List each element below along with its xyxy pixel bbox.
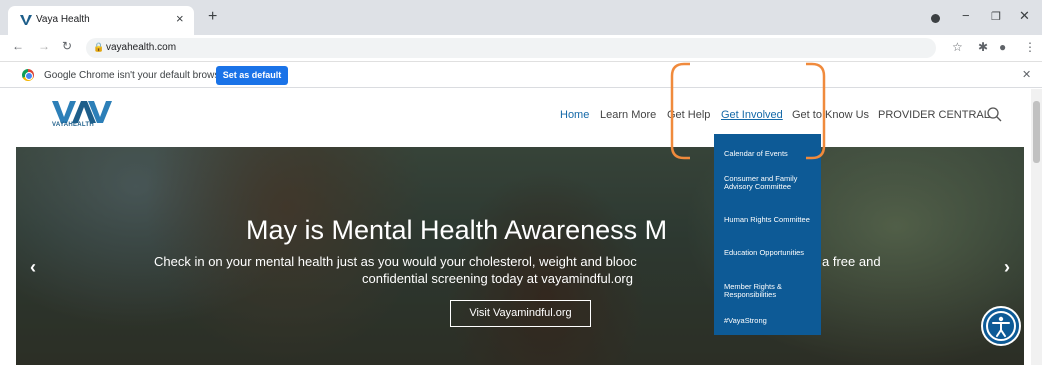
bookmark-star-icon[interactable]: ☆ (952, 40, 963, 54)
new-tab-icon[interactable]: + (208, 8, 217, 26)
default-browser-infobar: Google Chrome isn't your default browser… (0, 61, 1042, 88)
carousel-prev-icon[interactable]: ‹ (30, 257, 36, 278)
nav-home[interactable]: Home (560, 109, 589, 121)
dropdown-item-vayastrong[interactable]: #VayaStrong (724, 317, 814, 325)
minimize-icon[interactable]: − (962, 8, 970, 23)
forward-icon[interactable]: → (38, 39, 50, 53)
hero-text-line1-end: a free and (822, 254, 881, 269)
dropdown-item-human-rights[interactable]: Human Rights Committee (724, 216, 814, 224)
carousel-next-icon[interactable]: › (1004, 257, 1010, 278)
infobar-message: Google Chrome isn't your default browser (44, 70, 229, 81)
hero-title: May is Mental Health Awareness M (246, 215, 668, 245)
accessibility-icon (986, 311, 1016, 341)
address-bar[interactable]: 🔒 vayahealth.com (86, 38, 936, 58)
back-icon[interactable]: ← (12, 39, 24, 53)
window-close-icon[interactable]: ✕ (1019, 8, 1030, 24)
search-icon[interactable] (986, 106, 1002, 122)
accessibility-button[interactable] (981, 306, 1021, 346)
tab-search-icon[interactable] (931, 14, 940, 23)
tab-title: Vaya Health (36, 14, 90, 25)
tab-strip: Vaya Health × + − ❐ ✕ (0, 0, 1042, 35)
set-default-button[interactable]: Set as default (216, 66, 288, 85)
profile-icon[interactable]: ● (999, 40, 1006, 54)
scroll-thumb[interactable] (1033, 101, 1040, 163)
visit-vayamindful-button[interactable]: Visit Vayamindful.org (450, 300, 591, 327)
url-text: vayahealth.com (106, 42, 177, 53)
vaya-favicon-icon (20, 15, 32, 25)
logo-text: VAYAHEALTH (52, 122, 95, 128)
dropdown-item-member-rights[interactable]: Member Rights & Responsibilities (724, 283, 814, 299)
hero-banner: May is Mental Health Awareness M Check i… (16, 147, 1024, 365)
infobar-close-icon[interactable]: ✕ (1022, 68, 1031, 81)
menu-kebab-icon[interactable]: ⋮ (1024, 40, 1036, 54)
hero-text-line1: Check in on your mental health just as y… (154, 254, 637, 269)
web-page: VAYAHEALTH Home Learn More Get Help Get … (0, 89, 1042, 365)
nav-provider-central[interactable]: PROVIDER CENTRAL (878, 109, 990, 121)
extensions-icon[interactable]: ✱ (978, 40, 988, 54)
hero-text-line2: confidential screening today at vayamind… (362, 271, 633, 286)
dropdown-item-education[interactable]: Education Opportunities (724, 249, 814, 257)
chrome-logo-icon (22, 69, 34, 81)
browser-tab[interactable]: Vaya Health × (8, 6, 194, 35)
reload-icon[interactable]: ↻ (62, 39, 72, 53)
highlight-bracket (670, 62, 826, 160)
tab-close-icon[interactable]: × (176, 11, 184, 26)
browser-toolbar: ← → ↻ 🔒 vayahealth.com ☆ ✱ ● ⋮ (0, 35, 1042, 61)
nav-learn-more[interactable]: Learn More (600, 109, 656, 121)
dropdown-item-consumer-family[interactable]: Consumer and Family Advisory Committee (724, 175, 814, 191)
lock-icon[interactable]: 🔒 (93, 42, 104, 53)
maximize-icon[interactable]: ❐ (991, 10, 1001, 23)
page-scrollbar[interactable] (1031, 89, 1042, 365)
